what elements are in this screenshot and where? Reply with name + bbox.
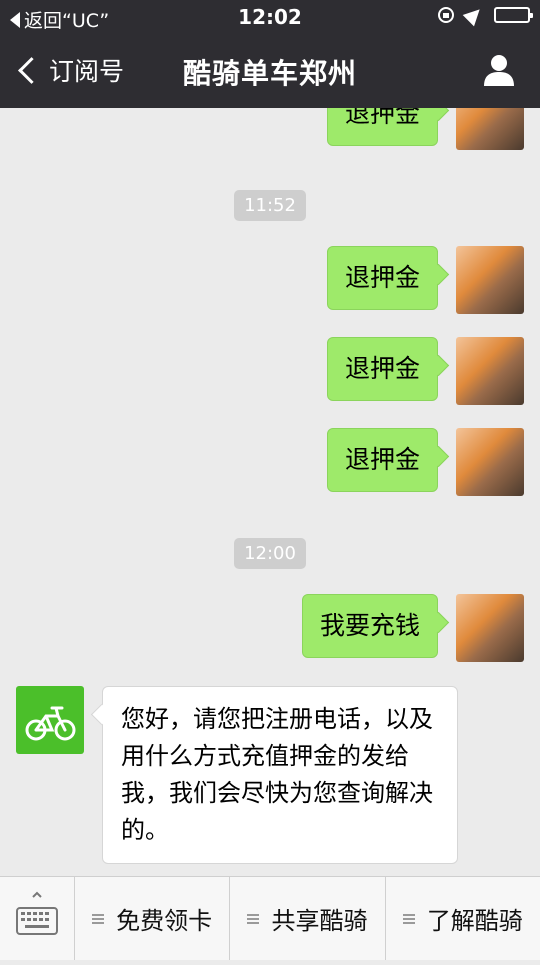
- menu-label: 共享酷骑: [271, 907, 368, 935]
- rotation-lock-icon: [438, 7, 454, 23]
- account-avatar[interactable]: [16, 686, 84, 754]
- timestamp-label: 11:52: [234, 190, 306, 221]
- user-avatar[interactable]: [456, 246, 524, 314]
- profile-icon[interactable]: [484, 54, 514, 86]
- timestamp: 11:52: [0, 190, 540, 221]
- bicycle-logo-icon: [25, 706, 76, 741]
- timestamp: 12:00: [0, 538, 540, 569]
- message-bubble[interactable]: 退押金: [326, 428, 438, 492]
- message-bubble[interactable]: 退押金: [326, 108, 438, 146]
- top-bar: 返回“UC” 12:02 订阅号 酷骑单车郑州: [0, 0, 540, 108]
- outgoing-message: 我要充钱: [301, 594, 524, 662]
- outgoing-message: 退押金: [326, 246, 524, 314]
- keyboard-toggle-button[interactable]: [0, 877, 75, 960]
- menu-lines-icon: [402, 913, 415, 924]
- menu-free-card[interactable]: 免费领卡: [75, 877, 231, 960]
- keyboard-icon: [16, 891, 58, 935]
- nav-bar: 订阅号 酷骑单车郑州: [0, 36, 540, 108]
- timestamp-label: 12:00: [234, 538, 306, 569]
- user-avatar[interactable]: [456, 337, 524, 405]
- location-icon: [462, 3, 486, 27]
- incoming-message: 您好，请您把注册电话，以及用什么方式充值押金的发给我，我们会尽快为您查询解决的。: [16, 686, 458, 864]
- menu-about-kuqi[interactable]: 了解酷骑: [386, 877, 540, 960]
- message-bubble[interactable]: 退押金: [326, 246, 438, 310]
- outgoing-message: 退押金: [326, 337, 524, 405]
- menu-lines-icon: [92, 913, 105, 924]
- message-bubble[interactable]: 我要充钱: [301, 594, 438, 658]
- page-title: 酷骑单车郑州: [182, 57, 357, 90]
- message-bubble[interactable]: 您好，请您把注册电话，以及用什么方式充值押金的发给我，我们会尽快为您查询解决的。: [102, 686, 458, 864]
- status-bar: 返回“UC” 12:02: [0, 0, 540, 36]
- menu-share-kuqi[interactable]: 共享酷骑: [230, 877, 386, 960]
- bottom-menu-bar: 免费领卡 共享酷骑 了解酷骑: [0, 876, 540, 960]
- status-icons: [438, 3, 533, 27]
- user-avatar[interactable]: [456, 108, 524, 150]
- message-bubble[interactable]: 退押金: [326, 337, 438, 401]
- battery-icon: [494, 7, 533, 23]
- outgoing-message: 退押金: [326, 108, 524, 150]
- menu-label: 免费领卡: [116, 907, 213, 935]
- menu-label: 了解酷骑: [426, 907, 523, 935]
- menu-lines-icon: [247, 913, 260, 924]
- chat-area[interactable]: 退押金 11:52 退押金 退押金 退押金 12:00 我要充钱 您好，请您把注…: [0, 108, 540, 876]
- outgoing-message: 退押金: [326, 428, 524, 496]
- user-avatar[interactable]: [456, 428, 524, 496]
- user-avatar[interactable]: [456, 594, 524, 662]
